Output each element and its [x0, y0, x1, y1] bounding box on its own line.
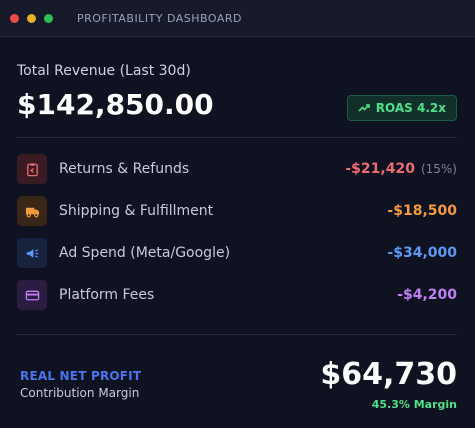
cost-percentage: (15%)	[420, 162, 457, 176]
window-controls	[10, 13, 53, 23]
cost-label: Ad Spend (Meta/Google)	[59, 245, 231, 261]
divider	[17, 137, 457, 138]
net-profit-label: REAL NET PROFIT	[20, 369, 142, 383]
cost-amount: -$34,000	[387, 245, 457, 261]
cost-amount: -$18,500	[387, 203, 457, 219]
truck-icon	[17, 196, 47, 226]
window-title: PROFITABILITY DASHBOARD	[77, 11, 243, 25]
total-revenue-label: Total Revenue (Last 30d)	[17, 63, 191, 79]
cost-label: Shipping & Fulfillment	[59, 203, 214, 219]
maximize-window-button[interactable]	[44, 13, 53, 23]
cost-row-platform-fees: Platform Fees -$4,200	[17, 280, 457, 310]
cost-row-shipping: Shipping & Fulfillment -$18,500	[17, 196, 457, 226]
total-revenue-value: $142,850.00	[17, 88, 214, 121]
cost-row-ad-spend: Ad Spend (Meta/Google) -$34,000	[17, 238, 457, 268]
cost-label: Platform Fees	[59, 287, 155, 303]
credit-card-icon	[17, 280, 47, 310]
roas-badge: ROAS 4.2x	[346, 95, 457, 121]
cost-label: Returns & Refunds	[59, 161, 190, 177]
trending-up-icon	[358, 104, 370, 112]
roas-label: ROAS 4.2x	[375, 101, 446, 115]
megaphone-icon	[17, 238, 47, 268]
divider	[17, 334, 457, 335]
net-margin-value: 45.3% Margin	[371, 398, 457, 411]
close-window-button[interactable]	[10, 13, 19, 23]
cost-amount: -$4,200	[397, 287, 457, 303]
net-profit-sublabel: Contribution Margin	[20, 386, 140, 400]
cost-row-returns: Returns & Refunds -$21,420 (15%)	[17, 154, 457, 184]
net-profit-value: $64,730	[320, 357, 457, 392]
minimize-window-button[interactable]	[27, 13, 36, 23]
title-bar: PROFITABILITY DASHBOARD	[0, 0, 475, 37]
return-receipt-icon	[17, 154, 47, 184]
cost-amount: -$21,420	[345, 161, 415, 177]
